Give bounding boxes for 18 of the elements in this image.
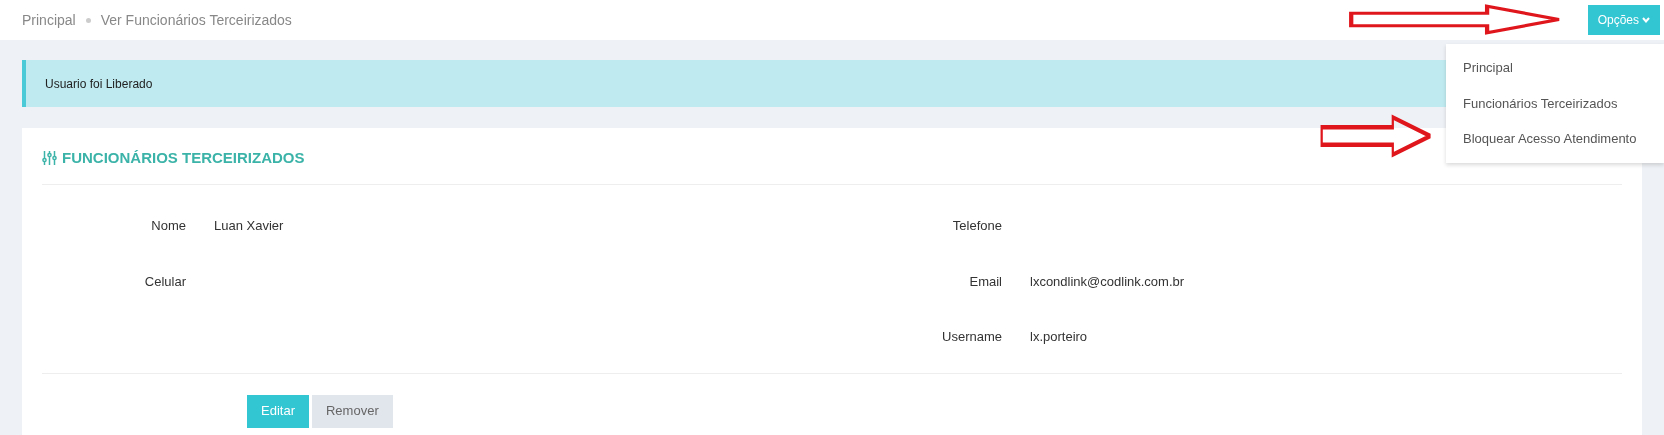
chevron-down-icon [1642, 17, 1650, 23]
breadcrumb-link[interactable]: Principal [22, 9, 76, 31]
field-value: lx.porteiro [1030, 328, 1088, 346]
card-title: FUNCIONÁRIOS TERCEIRIZADOS [62, 147, 305, 168]
field-label: Telefone [952, 217, 1002, 235]
field-value: Luan Xavier [214, 217, 284, 235]
field-label: Nome [151, 217, 186, 235]
field-label: Celular [144, 272, 186, 291]
alert-message: Usuario foi Liberado [45, 75, 153, 93]
field-label: Username [942, 328, 1002, 346]
menu-item[interactable]: Funcionários Terceirizados [1446, 85, 1664, 121]
field-value: lxcondlink@codlink.com.br [1030, 272, 1185, 291]
breadcrumb-link[interactable]: Ver Funcionários Terceirizados [100, 9, 292, 31]
action-button[interactable]: Remover [311, 394, 393, 428]
sliders-icon [42, 151, 57, 165]
menu-item[interactable]: Bloquear Acesso Atendimento [1446, 121, 1664, 157]
menu-item[interactable]: Principal [1446, 50, 1664, 86]
field-label: Email [969, 272, 1002, 291]
